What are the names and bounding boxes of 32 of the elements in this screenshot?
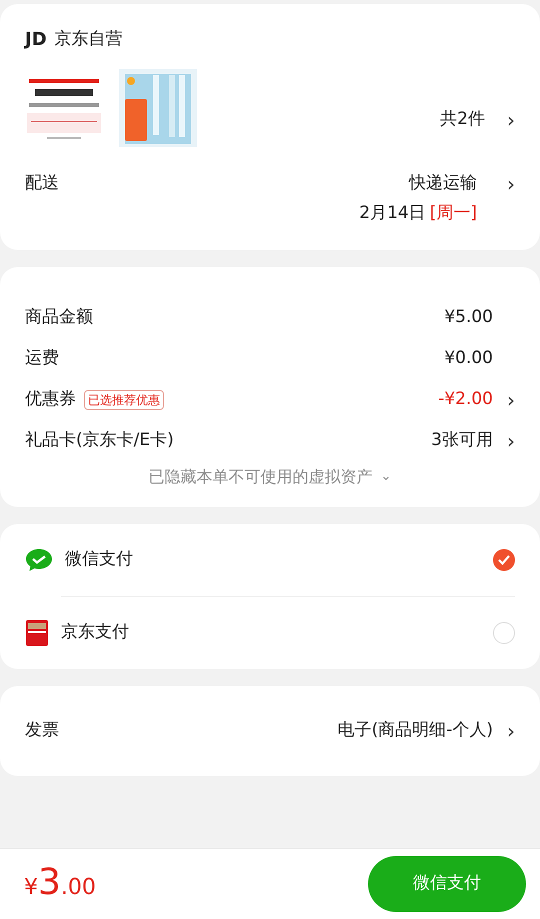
radio-button[interactable] (493, 549, 515, 571)
chevron-icon[interactable]: › (501, 174, 515, 194)
delivery-label: 配送 (25, 172, 59, 195)
store-logo: JD (25, 28, 47, 52)
check-icon (498, 555, 510, 565)
payment-label[interactable]: 微信支付 (65, 547, 133, 573)
item-count[interactable]: 共2件 (440, 107, 485, 133)
recommended-tag: 已选推荐优惠 (84, 390, 164, 410)
store-name: 京东自营 (54, 28, 123, 51)
summary-label: 运费 (25, 346, 59, 370)
delivery-date: 2月14日 (359, 202, 426, 224)
summary-label: 礼品卡(京东卡/E卡) (25, 428, 174, 452)
chevron-icon[interactable]: › (501, 110, 515, 130)
chevron-icon[interactable]: › (501, 721, 515, 741)
invoice-label: 发票 (25, 719, 59, 742)
delivery-weekday: [周一] (430, 202, 477, 224)
chevron-icon[interactable]: › (501, 390, 515, 410)
summary-value[interactable]: 3张可用 (431, 428, 493, 454)
chevron-down-icon[interactable]: ⌄ (380, 467, 392, 487)
summary-value: ¥5.00 (444, 306, 493, 329)
wechat-pay-icon (25, 548, 53, 572)
summary-value[interactable]: -¥2.00 (438, 386, 493, 412)
total-price: ¥3.00 (24, 864, 96, 904)
payment-label[interactable]: 京东支付 (61, 620, 129, 646)
radio-button[interactable] (493, 622, 515, 644)
summary-value: ¥0.00 (444, 346, 493, 370)
summary-label: 商品金额 (25, 306, 93, 329)
summary-label: 优惠券 (25, 388, 76, 411)
chevron-icon[interactable]: › (501, 430, 515, 450)
card-icon (25, 619, 49, 647)
invoice-value[interactable]: 电子(商品明细-个人) (338, 718, 493, 744)
delivery-method[interactable]: 快递运输 (409, 171, 477, 196)
